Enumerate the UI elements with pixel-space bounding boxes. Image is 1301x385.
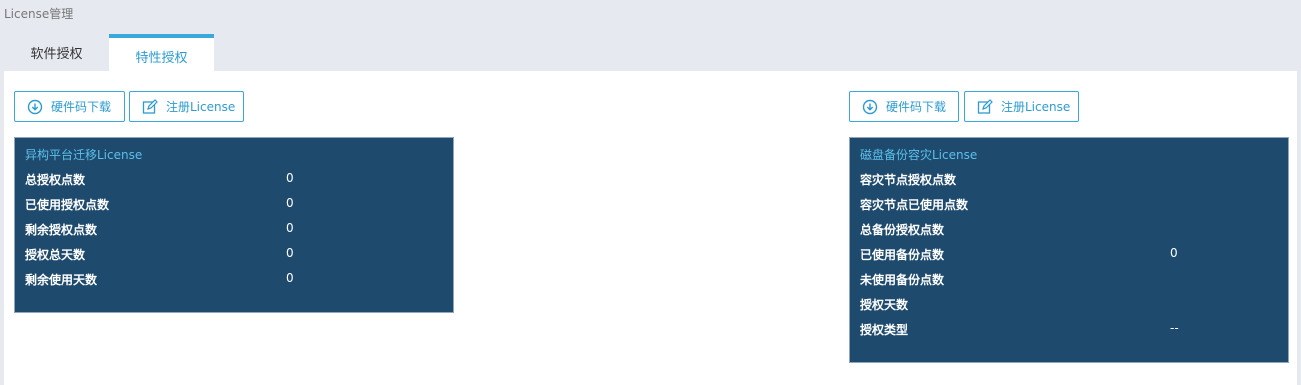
row-label: 已使用备份点数: [860, 248, 945, 262]
register-license-label: 注册License: [1001, 100, 1071, 114]
row-value: 0: [286, 221, 294, 235]
edit-icon: [977, 98, 993, 115]
row-label: 容灾节点已使用点数: [860, 198, 969, 212]
row-value: --: [1170, 321, 1179, 335]
hardware-code-download-label: 硬件码下载: [51, 100, 112, 114]
download-circle-icon: [862, 99, 878, 115]
row-value: 0: [286, 171, 294, 185]
download-circle-icon: [27, 99, 43, 115]
register-license-button-left[interactable]: 注册License: [129, 91, 244, 122]
row-value: 0: [286, 196, 294, 210]
row-label: 已使用授权点数: [25, 198, 110, 212]
row-label: 授权总天数: [25, 248, 86, 262]
tab-bar: 软件授权 特性授权: [4, 34, 1297, 71]
panel-title: 磁盘备份容灾License: [860, 148, 978, 162]
page-title: License管理: [4, 7, 74, 21]
row-label: 未使用备份点数: [860, 273, 945, 287]
row-label: 授权类型: [860, 323, 909, 337]
tab-feature-license[interactable]: 特性授权: [109, 34, 214, 71]
register-license-button-right[interactable]: 注册License: [964, 91, 1079, 122]
main-content: 硬件码下载 注册License 硬件码下载 注册License 异构平台迁移Li…: [4, 71, 1297, 385]
row-label: 剩余授权点数: [25, 223, 98, 237]
row-value: 0: [286, 271, 294, 285]
edit-icon: [142, 98, 158, 115]
tab-software-license[interactable]: 软件授权: [4, 34, 109, 71]
hardware-code-download-button-left[interactable]: 硬件码下载: [14, 91, 125, 122]
panel-title: 异构平台迁移License: [25, 148, 143, 162]
row-label: 授权天数: [860, 298, 909, 312]
row-label: 总授权点数: [25, 173, 86, 187]
hardware-code-download-label: 硬件码下载: [886, 100, 947, 114]
row-label: 剩余使用天数: [25, 273, 98, 287]
row-value: 0: [1170, 246, 1178, 260]
row-value: 0: [286, 246, 294, 260]
register-license-label: 注册License: [166, 100, 236, 114]
hardware-code-download-button-right[interactable]: 硬件码下载: [849, 91, 959, 122]
row-label: 容灾节点授权点数: [860, 173, 957, 187]
disk-backup-dr-license-panel: 磁盘备份容灾License 容灾节点授权点数 容灾节点已使用点数 总备份授权点数…: [849, 137, 1289, 363]
heterogeneous-migration-license-panel: 异构平台迁移License 总授权点数 0 已使用授权点数 0 剩余授权点数 0…: [14, 137, 454, 313]
row-label: 总备份授权点数: [860, 223, 945, 237]
